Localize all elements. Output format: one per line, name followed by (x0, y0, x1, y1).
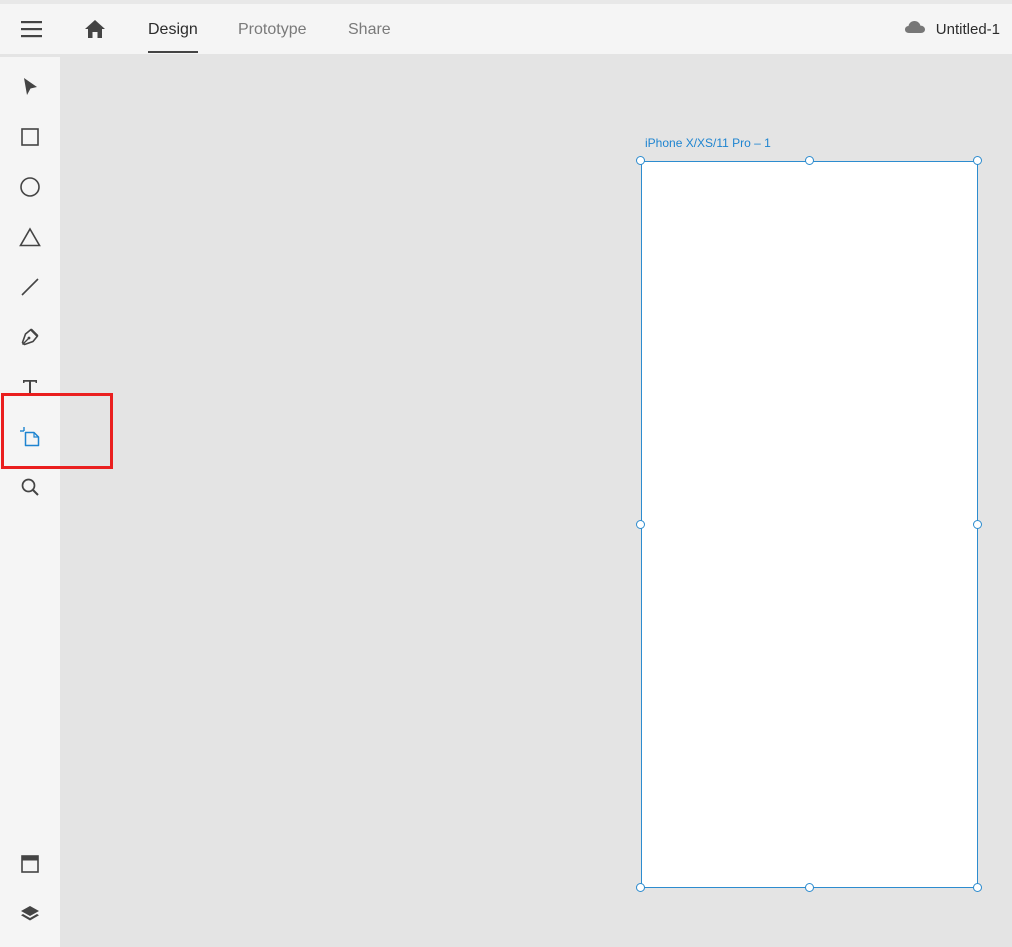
text-icon (23, 380, 37, 394)
rectangle-tool-button[interactable] (15, 122, 45, 152)
triangle-icon (19, 227, 41, 247)
active-tab-indicator (148, 51, 198, 53)
document-title-area[interactable]: Untitled-1 (904, 20, 1000, 38)
polygon-tool-button[interactable] (15, 222, 45, 252)
resize-handle-left[interactable] (636, 520, 645, 529)
artboard-label[interactable]: iPhone X/XS/11 Pro – 1 (645, 136, 771, 150)
document-title[interactable]: Untitled-1 (936, 21, 1000, 38)
rectangle-icon (21, 128, 39, 146)
tab-prototype[interactable]: Prototype (238, 21, 306, 39)
artboard-frame[interactable] (641, 161, 978, 888)
assets-panel-button[interactable] (15, 849, 45, 879)
ellipse-tool-button[interactable] (15, 172, 45, 202)
zoom-icon (21, 478, 39, 496)
home-icon[interactable] (83, 18, 107, 40)
resize-handle-right[interactable] (973, 520, 982, 529)
line-icon (21, 278, 39, 296)
top-bar: Design Prototype Share Untitled-1 (0, 4, 1012, 54)
zoom-tool-button[interactable] (15, 472, 45, 502)
layers-icon (21, 906, 39, 921)
resize-handle-bottom-right[interactable] (973, 883, 982, 892)
resize-handle-top-left[interactable] (636, 156, 645, 165)
select-tool-button[interactable] (15, 72, 45, 102)
pen-tool-button[interactable] (15, 322, 45, 352)
resize-handle-bottom-left[interactable] (636, 883, 645, 892)
cloud-icon (904, 20, 936, 38)
tab-share[interactable]: Share (348, 21, 391, 39)
ellipse-icon (20, 177, 40, 197)
tab-design[interactable]: Design (148, 21, 198, 39)
hamburger-menu-icon[interactable] (20, 20, 44, 38)
app-window: Design Prototype Share Untitled-1 iPhone… (0, 0, 1012, 947)
assets-panel-icon (21, 855, 39, 873)
resize-handle-top-right[interactable] (973, 156, 982, 165)
resize-handle-bottom[interactable] (805, 883, 814, 892)
line-tool-button[interactable] (15, 272, 45, 302)
layers-panel-button[interactable] (15, 899, 45, 929)
pen-icon (21, 328, 39, 346)
tool-sidebar (0, 57, 60, 947)
artboard-tool-button[interactable] (15, 422, 45, 452)
resize-handle-top[interactable] (805, 156, 814, 165)
text-tool-button[interactable] (15, 372, 45, 402)
arrow-pointer-icon (24, 78, 37, 95)
artboard-icon (20, 427, 40, 447)
